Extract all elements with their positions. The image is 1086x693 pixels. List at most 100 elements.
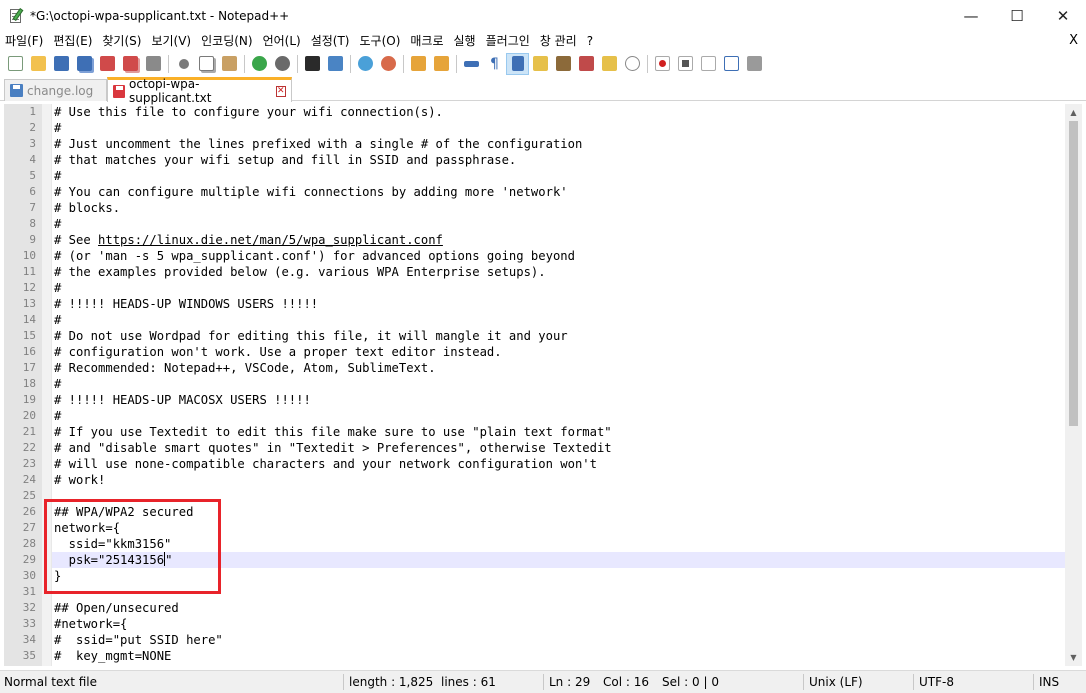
- minimize-button[interactable]: —: [948, 0, 994, 31]
- toolbar-separator: [403, 54, 404, 73]
- code-line[interactable]: # that matches your wifi setup and fill …: [52, 152, 1065, 168]
- vertical-scrollbar[interactable]: ▲ ▼: [1065, 104, 1082, 666]
- line-number: 30: [22, 569, 36, 582]
- code-line[interactable]: #: [52, 376, 1065, 392]
- code-line[interactable]: # You can configure multiple wifi connec…: [52, 184, 1065, 200]
- find-icon[interactable]: [301, 53, 324, 75]
- line-number: 25: [22, 489, 36, 502]
- scrollbar-thumb[interactable]: [1069, 121, 1078, 426]
- document-map-icon[interactable]: [529, 53, 552, 75]
- notepad-plus-plus-icon: [8, 7, 24, 24]
- monitoring-icon[interactable]: [621, 53, 644, 75]
- code-line[interactable]: # See https://linux.die.net/man/5/wpa_su…: [52, 232, 1065, 248]
- close-document-button[interactable]: X: [1069, 31, 1078, 51]
- run-macro-multiple-icon[interactable]: [720, 53, 743, 75]
- code-line[interactable]: # !!!!! HEADS-UP WINDOWS USERS !!!!!: [52, 296, 1065, 312]
- indent-guide-icon[interactable]: [506, 52, 529, 75]
- close-icon[interactable]: [96, 53, 119, 75]
- code-line[interactable]: # and "disable smart quotes" in "Textedi…: [52, 440, 1065, 456]
- code-line[interactable]: # (or 'man -s 5 wpa_supplicant.conf') fo…: [52, 248, 1065, 264]
- folder-workspace-icon[interactable]: [598, 53, 621, 75]
- line-number: 5: [29, 169, 36, 182]
- save-icon[interactable]: [50, 53, 73, 75]
- paste-icon[interactable]: [218, 53, 241, 75]
- menu-edit[interactable]: 편집(E): [48, 31, 97, 51]
- code-line[interactable]: #: [52, 168, 1065, 184]
- code-line[interactable]: # configuration won't work. Use a proper…: [52, 344, 1065, 360]
- menu-settings[interactable]: 설정(T): [306, 31, 355, 51]
- code-line[interactable]: # key_mgmt=NONE: [52, 648, 1065, 664]
- cut-icon[interactable]: [172, 53, 195, 75]
- code-line[interactable]: ## Open/unsecured: [52, 600, 1065, 616]
- udl-icon[interactable]: [575, 53, 598, 75]
- close-all-icon[interactable]: [119, 53, 142, 75]
- unsaved-file-icon: [113, 84, 126, 98]
- code-line[interactable]: #: [52, 408, 1065, 424]
- copy-icon[interactable]: [195, 53, 218, 75]
- menu-help[interactable]: ?: [582, 31, 598, 51]
- line-number: 18: [22, 377, 36, 390]
- code-line[interactable]: # If you use Textedit to edit this file …: [52, 424, 1065, 440]
- status-bar: Normal text file length : 1,825 lines : …: [0, 670, 1086, 693]
- function-list-icon[interactable]: [552, 53, 575, 75]
- url-link[interactable]: https://linux.die.net/man/5/wpa_supplica…: [98, 233, 443, 247]
- word-wrap-icon[interactable]: [460, 53, 483, 75]
- code-line[interactable]: # ssid="put SSID here": [52, 632, 1065, 648]
- annotation-highlight-box: [44, 499, 221, 594]
- save-all-icon[interactable]: [73, 53, 96, 75]
- sync-horizontal-icon[interactable]: [430, 53, 453, 75]
- maximize-button[interactable]: ☐: [994, 0, 1040, 31]
- code-line[interactable]: # !!!!! HEADS-UP MACOSX USERS !!!!!: [52, 392, 1065, 408]
- code-line[interactable]: # Use this file to configure your wifi c…: [52, 104, 1065, 120]
- status-eol: Unix (LF): [809, 675, 863, 689]
- menu-run[interactable]: 실행: [449, 31, 481, 51]
- line-number: 17: [22, 361, 36, 374]
- code-line[interactable]: #: [52, 280, 1065, 296]
- menu-window[interactable]: 창 관리: [535, 31, 582, 51]
- print-icon[interactable]: [142, 53, 165, 75]
- sync-vertical-icon[interactable]: [407, 53, 430, 75]
- menu-view[interactable]: 보기(V): [146, 31, 196, 51]
- code-line[interactable]: # blocks.: [52, 200, 1065, 216]
- status-insert-mode: INS: [1039, 675, 1060, 689]
- zoom-out-icon[interactable]: [377, 53, 400, 75]
- play-macro-icon[interactable]: [697, 53, 720, 75]
- zoom-in-icon[interactable]: [354, 53, 377, 75]
- code-line[interactable]: # will use none-compatible characters an…: [52, 456, 1065, 472]
- menu-macro[interactable]: 매크로: [405, 31, 448, 51]
- code-line[interactable]: #: [52, 312, 1065, 328]
- code-line[interactable]: #: [52, 120, 1065, 136]
- code-line[interactable]: #network={: [52, 616, 1065, 632]
- line-number: 24: [22, 473, 36, 486]
- status-encoding: UTF-8: [919, 675, 954, 689]
- code-line[interactable]: # Recommended: Notepad++, VSCode, Atom, …: [52, 360, 1065, 376]
- menu-search[interactable]: 찾기(S): [97, 31, 146, 51]
- new-file-icon[interactable]: [4, 53, 27, 75]
- code-line[interactable]: # work!: [52, 472, 1065, 488]
- scroll-down-arrow-icon[interactable]: ▼: [1065, 649, 1082, 666]
- menu-encoding[interactable]: 인코딩(N): [196, 31, 257, 51]
- record-macro-icon[interactable]: [651, 53, 674, 75]
- close-tab-icon[interactable]: ✕: [275, 85, 286, 97]
- line-number: 1: [29, 105, 36, 118]
- replace-icon[interactable]: [324, 53, 347, 75]
- menu-plugins[interactable]: 플러그인: [481, 31, 535, 51]
- code-line[interactable]: # Do not use Wordpad for editing this fi…: [52, 328, 1065, 344]
- tab-change-log[interactable]: change.log: [4, 79, 107, 101]
- stop-macro-icon[interactable]: [674, 53, 697, 75]
- scroll-up-arrow-icon[interactable]: ▲: [1065, 104, 1082, 121]
- menu-file[interactable]: 파일(F): [0, 31, 48, 51]
- tab-octopi-wpa-supplicant[interactable]: octopi-wpa-supplicant.txt ✕: [107, 77, 292, 105]
- redo-icon[interactable]: [271, 53, 294, 75]
- code-line[interactable]: # the examples provided below (e.g. vari…: [52, 264, 1065, 280]
- code-line[interactable]: # Just uncomment the lines prefixed with…: [52, 136, 1065, 152]
- open-file-icon[interactable]: [27, 53, 50, 75]
- undo-icon[interactable]: [248, 53, 271, 75]
- menu-language[interactable]: 언어(L): [258, 31, 306, 51]
- menu-tools[interactable]: 도구(O): [355, 31, 406, 51]
- line-number: 23: [22, 457, 36, 470]
- code-line[interactable]: #: [52, 216, 1065, 232]
- save-macro-icon[interactable]: [743, 53, 766, 75]
- show-all-chars-icon[interactable]: ¶: [483, 53, 506, 75]
- close-window-button[interactable]: ✕: [1040, 0, 1086, 31]
